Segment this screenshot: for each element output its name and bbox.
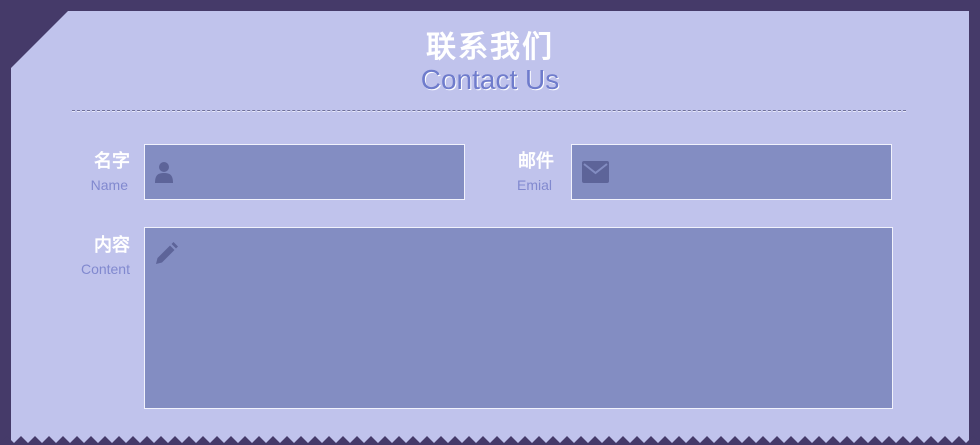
content-label-en: Content (80, 261, 130, 277)
zigzag-border (0, 436, 980, 445)
name-input[interactable] (145, 145, 464, 199)
name-label-en: Name (90, 177, 128, 193)
name-label: 名字 (94, 151, 130, 172)
email-field[interactable] (571, 144, 892, 200)
header-divider (72, 110, 906, 112)
email-label: 邮件 (518, 151, 554, 172)
page-subtitle: Contact Us (420, 64, 560, 95)
content-field[interactable] (144, 227, 893, 409)
email-label-en: Emial (516, 177, 552, 193)
content-label: 内容 (94, 235, 130, 256)
name-field[interactable] (144, 144, 465, 200)
content-textarea[interactable] (145, 228, 892, 408)
email-input[interactable] (572, 145, 891, 199)
page-title: 联系我们 (426, 30, 554, 65)
